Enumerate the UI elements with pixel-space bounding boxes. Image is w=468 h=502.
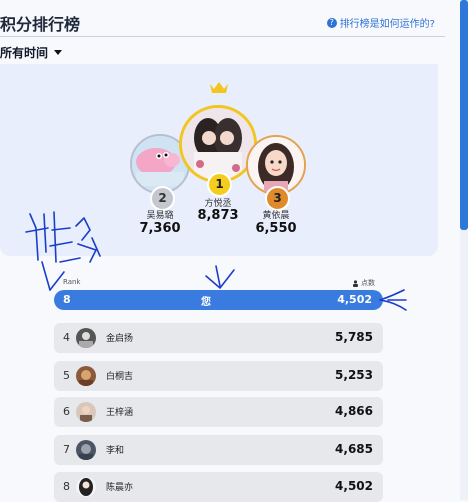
row-avatar	[76, 402, 96, 422]
row-avatar	[76, 477, 96, 497]
help-icon: ?	[326, 17, 337, 28]
column-header-points: 点数	[352, 278, 375, 288]
row-score: 5,785	[335, 330, 373, 344]
caret-down-icon	[54, 50, 63, 55]
row-score: 4,866	[335, 404, 373, 418]
row-name: 金启扬	[106, 334, 134, 344]
third-place-score: 6,550	[255, 221, 297, 236]
points-icon	[353, 279, 358, 287]
rank-badge-first: 1	[207, 172, 232, 197]
leaderboard-row[interactable]: 8 陈晨亦 4,502	[54, 472, 383, 502]
row-rank: 7	[63, 443, 70, 456]
leaderboard-row[interactable]: 4 金启扬 5,785	[54, 323, 383, 353]
crown-icon	[210, 82, 228, 93]
row-score: 4,502	[335, 479, 373, 493]
current-user-name: 您	[201, 297, 211, 308]
current-user-row[interactable]: 8 您 4,502	[54, 290, 383, 310]
second-place-score: 7,360	[139, 221, 181, 236]
leaderboard-row[interactable]: 6 王梓涵 4,866	[54, 397, 383, 427]
scrollbar-thumb[interactable]	[460, 0, 468, 230]
row-avatar	[76, 440, 96, 460]
help-link-label: 排行榜是如何运作的?	[339, 19, 435, 30]
girl-avatar-image	[248, 137, 304, 193]
third-place-name: 黄依晨	[262, 211, 290, 221]
row-avatar	[76, 328, 96, 348]
leaderboard-row[interactable]: 7 李和 4,685	[54, 435, 383, 465]
column-header-points-label: 点数	[361, 279, 375, 287]
help-link[interactable]: ? 排行榜是如何运作的?	[326, 15, 435, 30]
row-name: 白桐吉	[106, 372, 134, 382]
row-name: 李和	[106, 446, 125, 456]
page-title: 积分排行榜	[0, 15, 81, 34]
time-filter-dropdown[interactable]: 所有时间	[0, 44, 63, 61]
column-header-rank: Rank	[63, 278, 81, 286]
current-user-score: 4,502	[337, 293, 372, 306]
row-score: 5,253	[335, 368, 373, 382]
leaderboard-row[interactable]: 5 白桐吉 5,253	[54, 361, 383, 391]
row-rank: 5	[63, 369, 70, 382]
row-name: 陈晨亦	[106, 483, 134, 493]
page-header: 积分排行榜 ? 排行榜是如何运作的?	[0, 0, 445, 37]
row-avatar	[76, 366, 96, 386]
row-name: 王梓涵	[106, 408, 134, 418]
time-filter-label: 所有时间	[0, 46, 49, 60]
current-user-rank: 8	[63, 293, 71, 306]
photo-avatar-image	[182, 108, 254, 180]
row-rank: 4	[63, 331, 70, 344]
row-rank: 8	[63, 480, 70, 493]
row-score: 4,685	[335, 442, 373, 456]
row-rank: 6	[63, 405, 70, 418]
